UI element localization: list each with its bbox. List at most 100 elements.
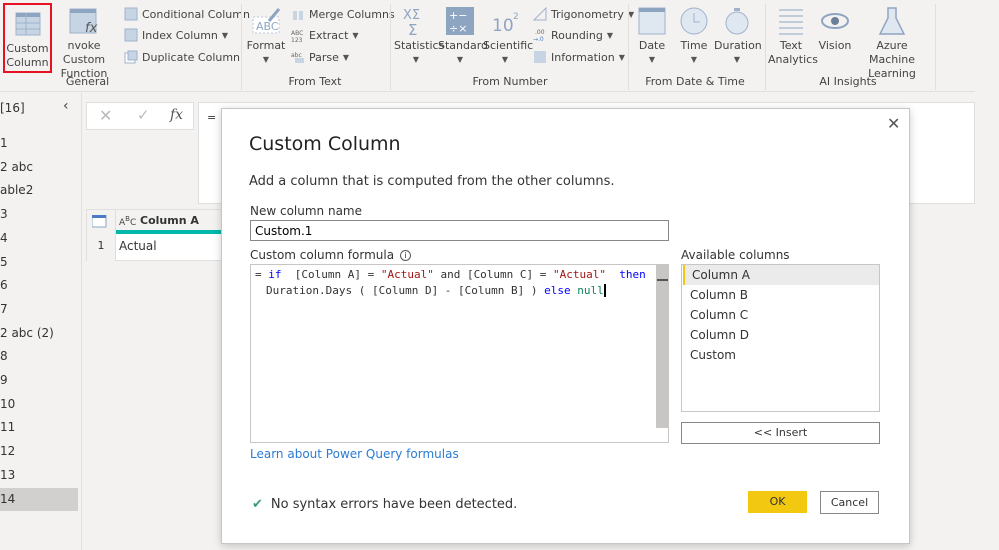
new-column-name-input[interactable]: [250, 220, 669, 241]
available-columns-label: Available columns: [681, 248, 790, 262]
query-item[interactable]: 14: [0, 487, 78, 511]
query-item[interactable]: 10: [0, 393, 78, 416]
query-item[interactable]: 7: [0, 298, 78, 321]
extract-button[interactable]: ABC 123 Extract ▼: [291, 28, 359, 43]
svg-text:÷×: ÷×: [449, 22, 467, 35]
available-column-item[interactable]: Column C: [683, 305, 879, 325]
duration-button[interactable]: Duration ▼: [714, 5, 762, 67]
clock-icon: [680, 7, 708, 35]
query-item[interactable]: 2 abc: [0, 156, 78, 179]
conditional-column-icon: [124, 7, 138, 21]
svg-text:ABC: ABC: [256, 20, 279, 33]
chevron-down-icon: ▼: [342, 52, 350, 62]
duplicate-column-button[interactable]: Duplicate Column: [124, 50, 240, 64]
svg-text:Σ: Σ: [408, 21, 417, 37]
close-icon[interactable]: ✕: [887, 114, 900, 133]
trigonometry-button[interactable]: Trigonometry ▼: [533, 7, 634, 21]
query-item[interactable]: 4: [0, 227, 78, 250]
formula-scrollbar[interactable]: [656, 265, 669, 428]
format-button[interactable]: ABC Format ▼: [246, 5, 286, 67]
duplicate-column-icon: [124, 50, 138, 64]
text-type-icon[interactable]: ABC: [119, 215, 136, 228]
svg-text:123: 123: [291, 37, 303, 42]
merge-columns-button[interactable]: Merge Columns: [291, 7, 395, 21]
chevron-down-icon: ▼: [501, 55, 509, 64]
chevron-down-icon: ▼: [733, 55, 741, 64]
vision-button[interactable]: Vision: [816, 5, 854, 53]
index-column-icon: [124, 28, 138, 42]
cancel-formula-icon[interactable]: ✕: [99, 106, 112, 125]
insert-button[interactable]: << Insert: [681, 422, 880, 444]
svg-text:2: 2: [513, 12, 519, 22]
collapse-pane-button[interactable]: ‹: [63, 98, 69, 114]
cancel-button[interactable]: Cancel: [820, 491, 879, 514]
query-item[interactable]: 1: [0, 132, 78, 155]
time-button[interactable]: Time ▼: [674, 5, 714, 67]
standard-icon: +−÷×: [446, 7, 474, 35]
information-button[interactable]: Information ▼: [533, 50, 625, 64]
query-item[interactable]: 6: [0, 274, 78, 297]
chevron-down-icon: ▼: [456, 55, 464, 64]
invoke-custom-function-button[interactable]: fx nvoke Custom Function: [50, 5, 118, 81]
statistics-button[interactable]: XΣ Σ Statistics ▼: [394, 5, 444, 67]
check-icon: ✔: [252, 497, 263, 512]
query-item[interactable]: 2 abc (2): [0, 322, 78, 345]
query-item[interactable]: 5: [0, 251, 78, 274]
eye-icon: [821, 13, 849, 29]
svg-text:→.0: →.0: [533, 36, 544, 42]
chevron-down-icon: ▼: [690, 55, 698, 64]
available-columns-list[interactable]: Column A Column B Column C Column D Custom: [681, 264, 880, 412]
divider: [241, 4, 242, 90]
available-column-item[interactable]: Column D: [683, 325, 879, 345]
chevron-down-icon: ▼: [262, 55, 270, 64]
standard-button[interactable]: +− ÷× Standard ▼: [438, 5, 488, 67]
queries-count: [16]: [0, 101, 25, 115]
text-analytics-button[interactable]: Text Analytics: [768, 5, 818, 67]
commit-formula-icon[interactable]: ✓: [137, 106, 150, 124]
query-item[interactable]: 13: [0, 464, 78, 487]
extract-icon: ABC123: [291, 30, 303, 42]
azure-machine-learning-button[interactable]: Azure Machine Learning: [854, 5, 930, 81]
chevron-down-icon: ▼: [221, 30, 229, 40]
grid-cell[interactable]: Actual: [119, 234, 157, 258]
group-label-from-date-time: From Date & Time: [645, 75, 745, 88]
parse-icon: abc: [291, 52, 304, 63]
available-column-item[interactable]: Column A: [683, 265, 879, 285]
info-icon[interactable]: i: [400, 249, 412, 261]
divider: [390, 4, 391, 90]
parse-button[interactable]: abc Parse ▼: [291, 50, 349, 64]
date-button[interactable]: Date ▼: [632, 5, 672, 67]
function-icon: fx: [69, 8, 98, 36]
conditional-column-button[interactable]: Conditional Column: [124, 7, 250, 21]
syntax-status: ✔ No syntax errors have been detected.: [252, 497, 518, 512]
index-column-button[interactable]: Index Column ▼: [124, 28, 228, 42]
formula-editor[interactable]: = if [Column A] = "Actual" and [Column C…: [250, 264, 669, 443]
column-header-column-a[interactable]: ABC Column A: [116, 210, 227, 234]
query-item[interactable]: 8: [0, 345, 78, 368]
new-column-name-label: New column name: [250, 204, 363, 218]
fx-icon[interactable]: fx: [170, 107, 183, 123]
merge-columns-icon: [293, 11, 303, 20]
query-item[interactable]: able2: [0, 179, 78, 202]
learn-power-query-link[interactable]: Learn about Power Query formulas: [250, 447, 459, 461]
scientific-button[interactable]: 10 2 Scientific ▼: [483, 5, 533, 67]
available-column-item[interactable]: Custom: [683, 345, 879, 365]
rounding-icon: .00→.0: [533, 29, 545, 42]
trigonometry-icon: [533, 7, 547, 21]
formula-bar-buttons: ✕ ✓ fx: [86, 102, 194, 130]
query-item[interactable]: 9: [0, 369, 78, 392]
query-item[interactable]: 12: [0, 440, 78, 463]
rounding-button[interactable]: .00 →.0 Rounding ▼: [533, 28, 613, 43]
calendar-icon: [638, 7, 666, 35]
table-menu-icon[interactable]: [87, 210, 116, 234]
query-item[interactable]: 3: [0, 203, 78, 226]
custom-column-button[interactable]: Custom Column: [3, 3, 52, 73]
group-label-from-number: From Number: [472, 75, 548, 88]
available-column-item[interactable]: Column B: [683, 285, 879, 305]
ok-button[interactable]: OK: [748, 491, 807, 513]
divider: [935, 4, 936, 90]
statistics-icon: XΣΣ: [403, 8, 420, 37]
flask-icon: [878, 7, 906, 35]
query-item[interactable]: 11: [0, 416, 78, 439]
text-analytics-icon: [779, 9, 803, 35]
